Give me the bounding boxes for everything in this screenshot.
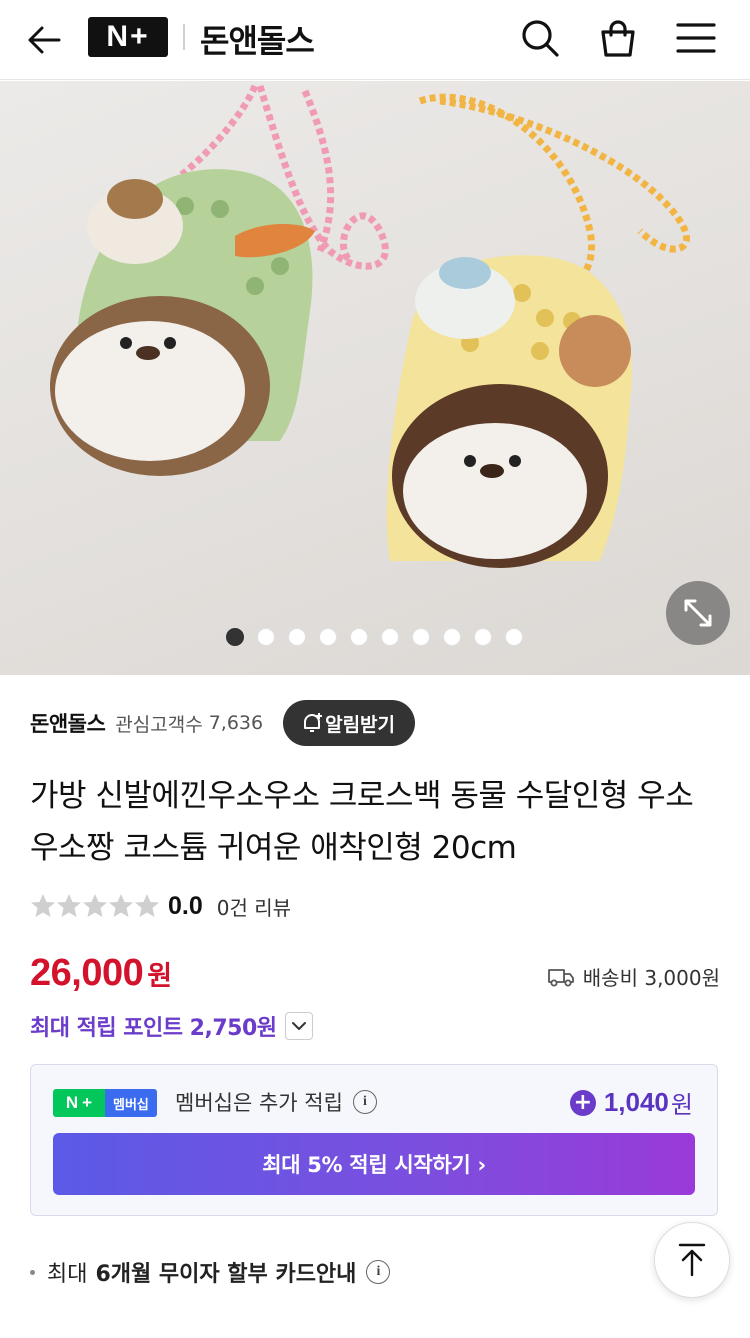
naver-plus-membership-badge: N + 멤버십: [53, 1089, 157, 1117]
start-membership-button[interactable]: 최대 5% 적립 시작하기 ›: [53, 1133, 695, 1195]
expand-icon[interactable]: [666, 581, 730, 645]
info-icon[interactable]: i: [366, 1260, 391, 1284]
header-divider: [183, 24, 185, 50]
carousel-dot[interactable]: [350, 628, 368, 646]
scroll-to-top-icon[interactable]: [654, 1222, 730, 1298]
membership-description: 멤버십은 추가 적립 i: [175, 1087, 377, 1117]
carousel-dot[interactable]: [226, 628, 244, 646]
hamburger-menu-icon[interactable]: [672, 14, 720, 62]
membership-amount-unit: 원: [670, 1091, 693, 1119]
installment-prefix: 최대: [47, 1262, 88, 1287]
membership-benefit-box: N + 멤버십 멤버십은 추가 적립 i + 1,040 원 최대 5% 적립 시…: [30, 1064, 718, 1216]
carousel-indicator: [226, 628, 523, 646]
product-title: 가방 신발에낀우소우소 크로스백 동물 수달인형 우소우소짱 코스튬 귀여운 애…: [30, 778, 694, 866]
carousel-dot[interactable]: [443, 628, 461, 646]
carousel-dot[interactable]: [474, 628, 492, 646]
truck-icon: [547, 968, 574, 986]
back-arrow-icon[interactable]: [22, 18, 66, 62]
price-unit: 원: [147, 961, 173, 992]
carousel-dot[interactable]: [381, 628, 399, 646]
carousel-dot[interactable]: [288, 628, 306, 646]
alert-subscribe-button[interactable]: 알림받기: [283, 700, 416, 746]
review-count[interactable]: 0건 리뷰: [217, 892, 291, 921]
alert-label: 알림받기: [325, 713, 396, 736]
fans-label: 관심고객수: [115, 713, 203, 736]
product-photo: [50, 84, 690, 568]
max-points[interactable]: 최대 적립 포인트 2,750원: [30, 1010, 313, 1042]
info-icon[interactable]: i: [352, 1090, 377, 1114]
carousel-dot[interactable]: [319, 628, 337, 646]
plus-circle-icon: +: [569, 1089, 596, 1116]
bullet: [30, 1269, 35, 1275]
product-image-carousel[interactable]: [0, 81, 750, 675]
shipping-fee: 배송비 3,000원: [547, 962, 720, 991]
star-rating: [30, 893, 160, 919]
carousel-dot[interactable]: [257, 628, 275, 646]
store-title[interactable]: 돈앤돌스: [200, 16, 315, 62]
price: 26,000 원: [30, 952, 172, 995]
top-header: N+ 돈앤돌스: [0, 0, 750, 80]
seller-name[interactable]: 돈앤돌스: [30, 708, 106, 738]
installment-text: 6개월 무이자 할부 카드안내: [95, 1262, 357, 1287]
membership-extra-points: + 1,040 원: [569, 1085, 693, 1120]
rating-row[interactable]: 0.0 0건 리뷰: [30, 888, 291, 924]
bell-plus-icon: [304, 713, 323, 732]
fans-count: 7,636: [208, 712, 264, 734]
shopping-bag-icon[interactable]: [594, 14, 642, 62]
rating-score: 0.0: [168, 891, 203, 920]
membership-badge-label: 멤버십: [105, 1089, 157, 1117]
chevron-down-icon[interactable]: [284, 1012, 313, 1040]
seller-info: 돈앤돌스 관심고객수 7,636 알림받기: [30, 700, 416, 746]
membership-desc-text: 멤버십은 추가 적립: [175, 1091, 343, 1115]
carousel-dot[interactable]: [505, 628, 523, 646]
membership-amount: 1,040: [603, 1087, 669, 1117]
search-icon[interactable]: [516, 14, 564, 62]
points-label: 최대 적립 포인트 2,750원: [30, 1016, 277, 1041]
price-amount: 26,000: [30, 952, 144, 994]
carousel-dot[interactable]: [412, 628, 430, 646]
naver-plus-logo[interactable]: N+: [88, 17, 168, 57]
installment-info[interactable]: 최대 6개월 무이자 할부 카드안내 i: [30, 1256, 391, 1288]
shipping-text: 배송비 3,000원: [582, 966, 720, 990]
